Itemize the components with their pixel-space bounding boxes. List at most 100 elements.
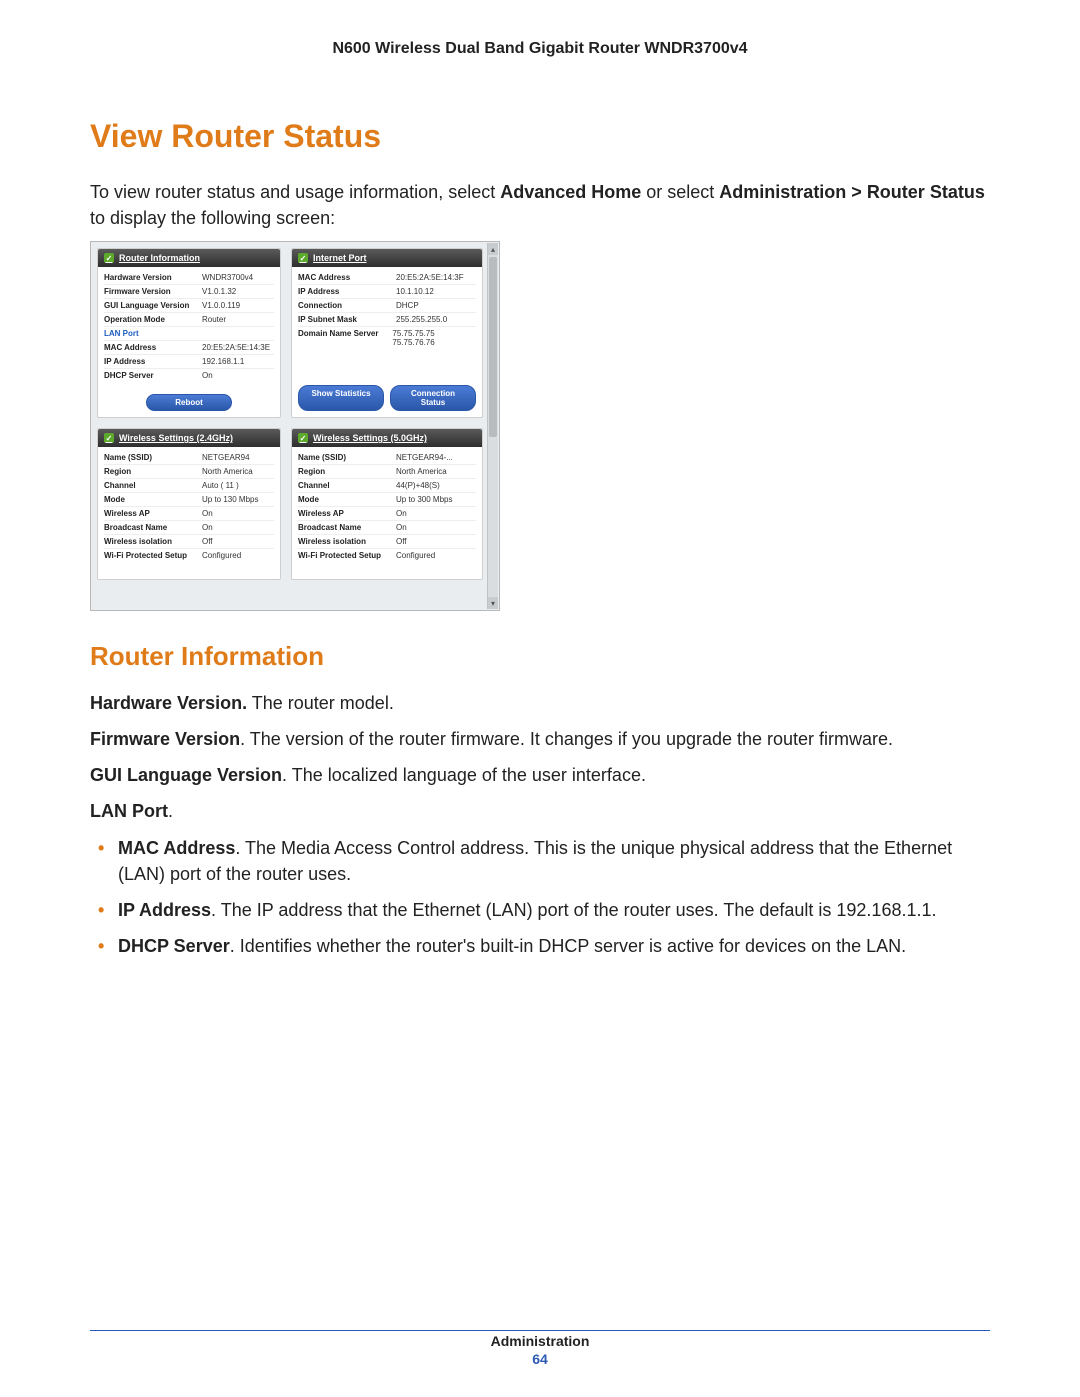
row-label: IP Subnet Mask [298,315,396,324]
scroll-down-icon[interactable]: ▾ [488,597,498,609]
connection-status-button[interactable]: Connection Status [390,385,476,411]
card-title: Router Information [119,253,200,263]
row-value: Off [202,537,213,546]
def-desc: . [168,801,173,821]
row-label: Operation Mode [104,315,202,324]
row-label: Wireless isolation [298,537,396,546]
row-label: Hardware Version [104,273,202,282]
def-hardware-version: Hardware Version. The router model. [90,690,990,716]
row-value: Off [396,537,407,546]
show-statistics-button[interactable]: Show Statistics [298,385,384,411]
card-actions: Show Statistics Connection Status [292,379,482,417]
row-value: 20:E5:2A:5E:14:3F [396,273,464,282]
row-value: V1.0.0.119 [202,301,240,310]
row-value: Auto ( 11 ) [202,481,239,490]
def-term: Firmware Version [90,729,240,749]
row-label: Domain Name Server [298,329,392,347]
row-value: North America [202,467,253,476]
bullet-ip-address: IP Address. The IP address that the Ethe… [118,897,990,923]
row-label: IP Address [298,287,396,296]
row-label: Firmware Version [104,287,202,296]
check-icon: ✓ [298,433,308,443]
card-header[interactable]: ✓ Wireless Settings (2.4GHz) [98,429,280,447]
card-body: Hardware VersionWNDR3700v4 Firmware Vers… [98,267,280,388]
row-label: Wi-Fi Protected Setup [104,551,202,560]
row-label: Name (SSID) [104,453,202,462]
row-value: On [396,509,407,518]
card-header[interactable]: ✓ Router Information [98,249,280,267]
def-desc: The router model. [247,693,394,713]
card-wireless-5ghz: ✓ Wireless Settings (5.0GHz) Name (SSID)… [291,428,483,580]
row-value: On [202,509,213,518]
card-header[interactable]: ✓ Wireless Settings (5.0GHz) [292,429,482,447]
bullet-term: IP Address [118,900,211,920]
card-body: MAC Address20:E5:2A:5E:14:3F IP Address1… [292,267,482,379]
row-label: Channel [298,481,396,490]
row-value: Up to 130 Mbps [202,495,258,504]
row-label: GUI Language Version [104,301,202,310]
row-label: IP Address [104,357,202,366]
row-value: NETGEAR94-... [396,453,453,462]
card-internet-port: ✓ Internet Port MAC Address20:E5:2A:5E:1… [291,248,483,418]
def-desc: . The localized language of the user int… [282,765,646,785]
check-icon: ✓ [298,253,308,263]
lan-port-bullets: MAC Address. The Media Access Control ad… [90,835,990,959]
card-actions: Reboot [98,388,280,417]
intro-post: to display the following screen: [90,208,335,228]
row-label: Region [104,467,202,476]
def-desc: . The version of the router firmware. It… [240,729,893,749]
row-label: MAC Address [298,273,396,282]
row-value: V1.0.1.32 [202,287,236,296]
row-value: WNDR3700v4 [202,273,253,282]
row-label: Broadcast Name [104,523,202,532]
scrollbar[interactable]: ▴ ▾ [487,243,498,609]
bullet-term: DHCP Server [118,936,230,956]
row-value: 44(P)+48(S) [396,481,440,490]
card-body: Name (SSID)NETGEAR94-... RegionNorth Ame… [292,447,482,579]
row-value: Configured [396,551,435,560]
row-label: Channel [104,481,202,490]
card-title: Internet Port [313,253,367,263]
bullet-desc: . The IP address that the Ethernet (LAN)… [211,900,936,920]
subsection-title: Router Information [90,641,990,672]
row-label: Mode [298,495,396,504]
row-value: 192.168.1.1 [202,357,244,366]
row-value: Configured [202,551,241,560]
intro-pre: To view router status and usage informat… [90,182,500,202]
footer-rule [90,1330,990,1331]
def-term: Hardware Version. [90,693,247,713]
row-label: Broadcast Name [298,523,396,532]
card-router-information: ✓ Router Information Hardware VersionWND… [97,248,281,418]
row-value: Up to 300 Mbps [396,495,452,504]
reboot-button[interactable]: Reboot [146,394,232,411]
manual-page: N600 Wireless Dual Band Gigabit Router W… [0,0,1080,1397]
row-value: On [202,371,213,380]
row-label: Name (SSID) [298,453,396,462]
card-title: Wireless Settings (5.0GHz) [313,433,427,443]
def-gui-language-version: GUI Language Version. The localized lang… [90,762,990,788]
row-value: On [396,523,407,532]
row-label: MAC Address [104,343,202,352]
scroll-thumb[interactable] [489,257,497,437]
row-value: Router [202,315,226,324]
intro-mid: or select [641,182,719,202]
footer-page-number: 64 [0,1351,1080,1367]
bullet-term: MAC Address [118,838,235,858]
row-label: Mode [104,495,202,504]
row-value: North America [396,467,447,476]
row-value: On [202,523,213,532]
footer-section: Administration [0,1333,1080,1349]
row-value: 75.75.75.75 75.75.76.76 [392,329,476,347]
scroll-up-icon[interactable]: ▴ [488,243,498,255]
row-label: Wireless AP [298,509,396,518]
card-body: Name (SSID)NETGEAR94 RegionNorth America… [98,447,280,579]
bullet-mac-address: MAC Address. The Media Access Control ad… [118,835,990,887]
card-header[interactable]: ✓ Internet Port [292,249,482,267]
row-value: DHCP [396,301,419,310]
def-term: GUI Language Version [90,765,282,785]
row-label: Connection [298,301,396,310]
doc-header: N600 Wireless Dual Band Gigabit Router W… [90,40,990,58]
intro-strong-1: Advanced Home [500,182,641,202]
card-wireless-24ghz: ✓ Wireless Settings (2.4GHz) Name (SSID)… [97,428,281,580]
router-status-screenshot: ▴ ▾ ✓ Router Information Hardware Versio… [90,241,500,611]
